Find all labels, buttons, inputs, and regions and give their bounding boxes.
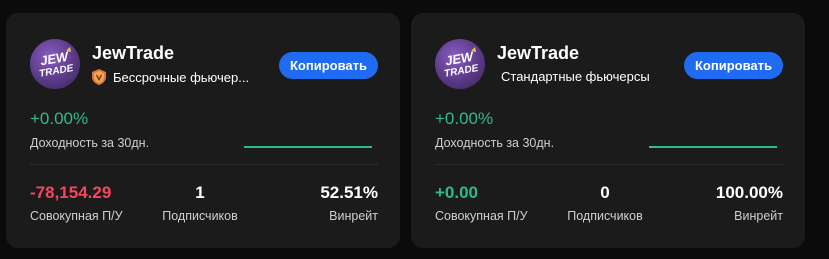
trader-logo: JEW TRADE xyxy=(443,47,480,80)
total-pnl-label: Совокупная П/У xyxy=(30,209,123,223)
shield-badge-icon xyxy=(92,69,106,85)
pnl-percent-label: Доходность за 30дн. xyxy=(435,136,555,150)
contract-type-label: Бессрочные фьючер... xyxy=(113,69,250,85)
trader-logo: JEW TRADE xyxy=(38,47,75,80)
pnl-percent: +0.00% xyxy=(30,109,89,128)
subscribers-label: Подписчиков xyxy=(567,209,643,223)
trader-name[interactable]: JewTrade xyxy=(92,43,174,64)
pnl-percent-label: Доходность за 30дн. xyxy=(30,136,150,150)
subscribers-value: 1 xyxy=(195,183,205,202)
total-pnl-label: Совокупная П/У xyxy=(435,209,528,223)
contract-type-label: Стандартные фьючерсы xyxy=(501,69,650,84)
contract-type: Стандартные фьючерсы xyxy=(501,69,650,84)
winrate-value: 100.00% xyxy=(715,183,783,202)
contract-type: Бессрочные фьючер... xyxy=(92,69,249,85)
winrate-label: Винрейт xyxy=(329,209,378,223)
trader-name[interactable]: JewTrade xyxy=(497,43,579,64)
trader-avatar[interactable]: JEW TRADE xyxy=(435,39,485,89)
divider xyxy=(30,164,378,165)
winrate-label: Винрейт xyxy=(734,209,783,223)
divider xyxy=(435,164,783,165)
winrate-value: 52.51% xyxy=(320,183,378,202)
total-pnl-value: -78,154.29 xyxy=(30,183,112,202)
copy-button[interactable]: Копировать xyxy=(278,52,378,79)
total-pnl-value: +0.00 xyxy=(435,183,479,202)
subscribers-value: 0 xyxy=(600,183,610,202)
subscribers-label: Подписчиков xyxy=(162,209,238,223)
trader-card[interactable]: JEW TRADE JewTrade Бессрочные фьючер... … xyxy=(6,13,400,248)
trader-card[interactable]: JEW TRADE JewTrade Стандартные фьючерсы … xyxy=(411,13,805,248)
pnl-percent: +0.00% xyxy=(435,109,494,128)
trader-avatar[interactable]: JEW TRADE xyxy=(30,39,80,89)
copy-button[interactable]: Копировать xyxy=(683,52,783,79)
pnl-sparkline xyxy=(649,146,777,148)
pnl-sparkline xyxy=(244,146,372,148)
